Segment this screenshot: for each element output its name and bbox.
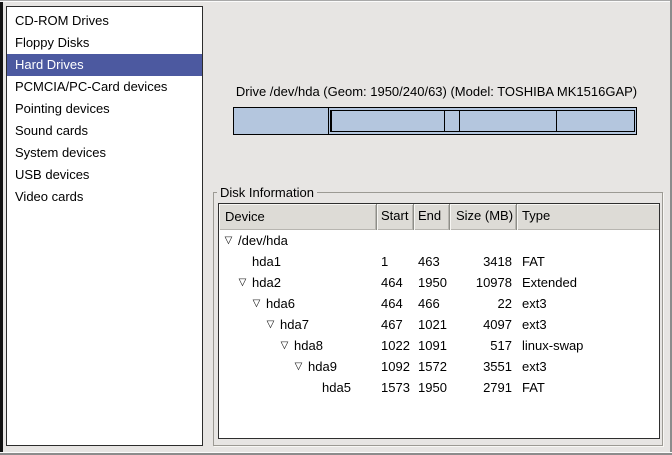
sidebar-item-video-cards[interactable]: Video cards: [7, 186, 202, 208]
table-row-hda9[interactable]: ▽ hda9 1092 1572 3551 ext3: [219, 356, 659, 377]
cell-end: 1950: [414, 272, 450, 293]
device-name: hda9: [308, 356, 337, 377]
table-row-hda5[interactable]: hda5 1573 1950 2791 FAT: [219, 377, 659, 398]
sidebar-item-pointing-devices[interactable]: Pointing devices: [7, 98, 202, 120]
disk-information-groupbox: Disk Information Device Start End Size (…: [213, 192, 663, 446]
cell-size: 3418: [450, 251, 517, 272]
table-row-hda7[interactable]: ▽ hda7 467 1021 4097 ext3: [219, 314, 659, 335]
cell-end: 466: [414, 293, 450, 314]
sidebar-item-floppy-disks[interactable]: Floppy Disks: [7, 32, 202, 54]
cell-type: Extended: [517, 272, 659, 293]
drive-title: Drive /dev/hda (Geom: 1950/240/63) (Mode…: [205, 84, 668, 99]
cell-type: FAT: [517, 377, 659, 398]
window-edge-left: [0, 0, 3, 455]
partition-bar: [233, 107, 637, 135]
sidebar-item-usb-devices[interactable]: USB devices: [7, 164, 202, 186]
disk-table-body: ▽ /dev/hda hda1 1 463: [219, 230, 659, 438]
hardware-browser-window: CD-ROM Drives Floppy Disks Hard Drives P…: [0, 0, 672, 455]
cell-end: [414, 230, 450, 251]
partition-segment-hda7: [332, 111, 445, 131]
expander-icon[interactable]: ▽: [250, 293, 263, 314]
device-name: /dev/hda: [238, 230, 288, 251]
sidebar-item-cdrom-drives[interactable]: CD-ROM Drives: [7, 10, 202, 32]
cell-size: 517: [450, 335, 517, 356]
column-header-start[interactable]: Start: [377, 204, 414, 230]
cell-end: 1572: [414, 356, 450, 377]
table-row-hda6[interactable]: ▽ hda6 464 466 22 ext3: [219, 293, 659, 314]
cell-size: 3551: [450, 356, 517, 377]
sidebar-item-sound-cards[interactable]: Sound cards: [7, 120, 202, 142]
sidebar-item-hard-drives[interactable]: Hard Drives: [7, 54, 202, 76]
disk-information-label: Disk Information: [217, 185, 317, 200]
cell-start: 1092: [377, 356, 414, 377]
table-row-hda1[interactable]: hda1 1 463 3418 FAT: [219, 251, 659, 272]
cell-end: 463: [414, 251, 450, 272]
cell-end: 1950: [414, 377, 450, 398]
cell-size: [450, 230, 517, 251]
cell-size: 2791: [450, 377, 517, 398]
column-header-end[interactable]: End: [414, 204, 450, 230]
cell-start: 1: [377, 251, 414, 272]
partition-segment-hda1: [234, 108, 329, 134]
device-name: hda2: [252, 272, 281, 293]
cell-type: ext3: [517, 356, 659, 377]
cell-start: [377, 230, 414, 251]
partition-segment-hda9: [460, 111, 558, 131]
disk-table-header: Device Start End Size (MB) Type: [219, 204, 659, 230]
cell-size: 4097: [450, 314, 517, 335]
column-header-device[interactable]: Device: [219, 204, 377, 230]
device-name: hda6: [266, 293, 295, 314]
device-name: hda7: [280, 314, 309, 335]
cell-type: [517, 230, 659, 251]
partition-segment-extended: [329, 108, 636, 134]
cell-start: 1022: [377, 335, 414, 356]
cell-type: ext3: [517, 314, 659, 335]
expander-icon[interactable]: ▽: [278, 335, 291, 356]
cell-type: ext3: [517, 293, 659, 314]
table-row-hda8[interactable]: ▽ hda8 1022 1091 517 linux-swap: [219, 335, 659, 356]
cell-start: 467: [377, 314, 414, 335]
sidebar-item-pcmcia-devices[interactable]: PCMCIA/PC-Card devices: [7, 76, 202, 98]
partition-segment-hda8: [445, 111, 459, 131]
device-name: hda1: [252, 251, 281, 272]
sidebar-item-system-devices[interactable]: System devices: [7, 142, 202, 164]
device-name: hda5: [322, 377, 351, 398]
cell-end: 1091: [414, 335, 450, 356]
cell-type: FAT: [517, 251, 659, 272]
partition-extended-inner: [330, 110, 635, 132]
cell-start: 1573: [377, 377, 414, 398]
partition-segment-hda5: [557, 111, 634, 131]
column-header-type[interactable]: Type: [517, 204, 659, 230]
drive-panel: Drive /dev/hda (Geom: 1950/240/63) (Mode…: [205, 0, 668, 455]
table-row-dev-hda[interactable]: ▽ /dev/hda: [219, 230, 659, 251]
disk-table: Device Start End Size (MB) Type ▽ /dev/h…: [218, 203, 660, 439]
cell-type: linux-swap: [517, 335, 659, 356]
device-name: hda8: [294, 335, 323, 356]
expander-icon[interactable]: ▽: [222, 230, 235, 251]
cell-start: 464: [377, 293, 414, 314]
cell-size: 22: [450, 293, 517, 314]
table-row-hda2[interactable]: ▽ hda2 464 1950 10978 Extended: [219, 272, 659, 293]
expander-icon[interactable]: ▽: [292, 356, 305, 377]
cell-end: 1021: [414, 314, 450, 335]
cell-start: 464: [377, 272, 414, 293]
column-header-size[interactable]: Size (MB): [450, 204, 517, 230]
cell-size: 10978: [450, 272, 517, 293]
device-category-list: CD-ROM Drives Floppy Disks Hard Drives P…: [6, 6, 203, 446]
expander-icon[interactable]: ▽: [236, 272, 249, 293]
expander-icon[interactable]: ▽: [264, 314, 277, 335]
